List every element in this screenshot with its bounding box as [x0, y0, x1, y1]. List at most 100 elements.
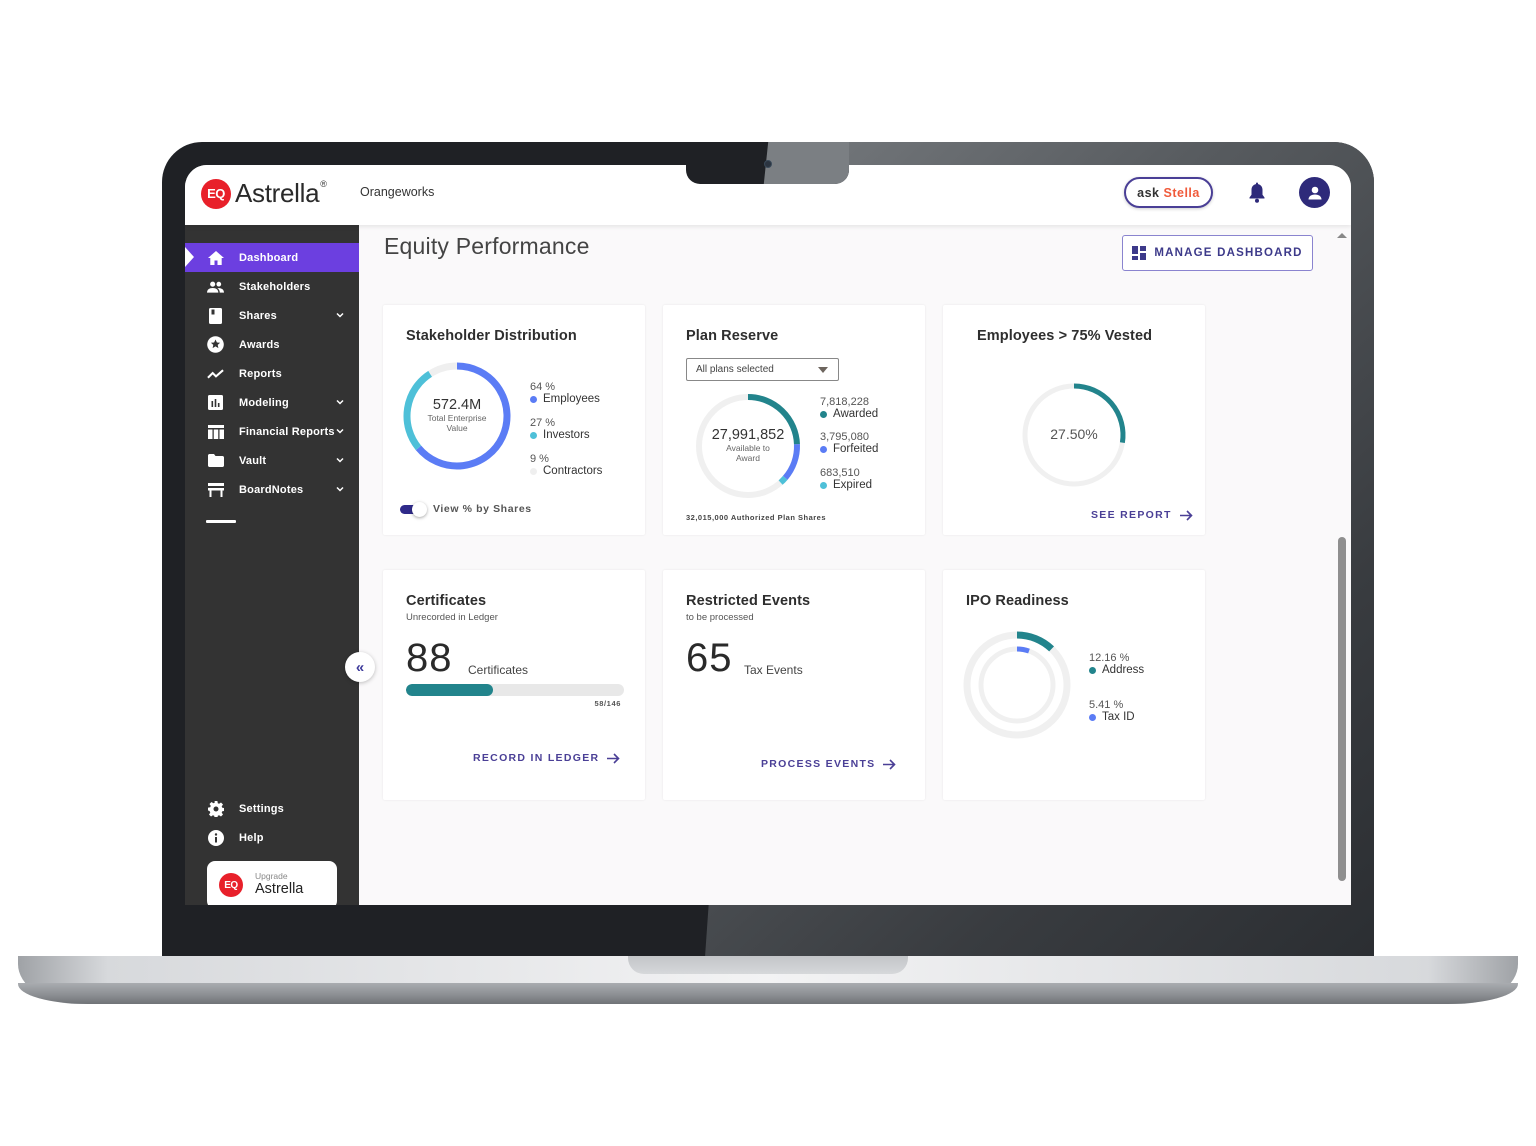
chevron-down-icon[interactable] — [335, 397, 345, 407]
sidebar-item-label: Vault — [239, 454, 267, 467]
legend-value: 3,795,080 — [820, 431, 869, 443]
legend-dot-employees — [530, 395, 537, 403]
user-icon — [1308, 186, 1321, 199]
chevron-down-icon[interactable] — [335, 455, 345, 465]
sidebar-item-label: Financial Reports — [239, 425, 335, 438]
select-value: All plans selected — [696, 364, 774, 375]
inner-ring-track — [978, 646, 1056, 724]
sidebar: Dashboard Stakeholders Shares Awards Rep… — [185, 225, 359, 905]
donut-segment-expired — [778, 475, 788, 485]
gear-icon — [207, 800, 224, 817]
certificates-unit: Certificates — [468, 663, 529, 677]
certificates-progress-bar — [406, 684, 624, 696]
sidebar-item-boardnotes[interactable]: BoardNotes — [185, 475, 359, 504]
collapse-sidebar-button[interactable]: « — [345, 652, 375, 682]
record-in-ledger-link[interactable]: RECORD IN LEDGER — [473, 752, 621, 764]
ask-name: Stella — [1163, 185, 1200, 200]
folder-icon — [207, 452, 224, 469]
legend-item: 12.16 % Address — [1089, 652, 1144, 676]
legend-value: 683,510 — [820, 467, 860, 479]
sidebar-item-label: BoardNotes — [239, 483, 304, 496]
info-icon — [207, 829, 224, 846]
laptop-base-groove — [628, 956, 908, 974]
ipo-readiness-donut-chart — [963, 631, 1071, 739]
legend-value: 7,818,228 — [820, 396, 869, 408]
legend-label: Address — [1102, 664, 1145, 676]
process-events-link[interactable]: PROCESS EVENTS — [761, 758, 897, 770]
available-to-award-value: 27,991,852 — [711, 427, 785, 443]
registered-mark: ® — [320, 178, 327, 189]
sidebar-item-vault[interactable]: Vault — [185, 446, 359, 475]
legend-item: 9 % Contractors — [530, 453, 602, 477]
sidebar-item-label: Help — [239, 831, 264, 844]
sidebar-item-shares[interactable]: Shares — [185, 301, 359, 330]
app-screen: EQ Astrella ® Orangeworks ask Stella Das… — [185, 165, 1351, 905]
user-avatar[interactable] — [1299, 177, 1330, 208]
dashboard-grid-icon — [1132, 246, 1147, 260]
chevron-down-icon[interactable] — [335, 426, 345, 436]
card-subtitle: to be processed — [686, 612, 754, 623]
legend-value: 5.41 % — [1089, 699, 1124, 711]
tax-events-count: 65 — [686, 636, 733, 680]
stakeholder-distribution-card: Stakeholder Distribution 572.4M Total En… — [383, 305, 645, 535]
upgrade-button[interactable]: EQ Upgrade Astrella — [207, 861, 337, 905]
scroll-up-arrow[interactable] — [1337, 233, 1347, 238]
upgrade-caption: Upgrade — [255, 871, 288, 881]
sidebar-item-reports[interactable]: Reports — [185, 359, 359, 388]
plan-select-dropdown[interactable]: All plans selected — [686, 358, 839, 381]
scrollbar-thumb[interactable] — [1338, 537, 1346, 881]
link-label: RECORD IN LEDGER — [473, 752, 600, 764]
donut-center: 27,991,852 Available to Award — [693, 427, 803, 463]
caret-down-icon — [818, 367, 828, 373]
see-report-link[interactable]: SEE REPORT — [1091, 509, 1193, 521]
center-label-line1: Total Enterprise — [427, 413, 487, 423]
sidebar-item-financial-reports[interactable]: Financial Reports — [185, 417, 359, 446]
card-title: Restricted Events — [686, 593, 811, 609]
authorized-shares-note: 32,015,000 Authorized Plan Shares — [686, 513, 827, 522]
laptop-base-lower — [18, 983, 1518, 1004]
view-by-shares-toggle[interactable] — [400, 502, 428, 517]
brand-logo[interactable]: EQ Astrella ® — [201, 178, 327, 209]
center-label-line1: Available to — [726, 443, 770, 453]
vested-percent: 27.50% — [1050, 426, 1098, 442]
legend-item: 7,818,228 Awarded — [820, 396, 878, 420]
certificates-count: 88 — [406, 636, 453, 680]
sidebar-item-stakeholders[interactable]: Stakeholders — [185, 272, 359, 301]
notch-reflection — [763, 142, 849, 184]
ring-segment-address — [1016, 631, 1055, 652]
center-label-line2: Value — [446, 423, 468, 433]
chevron-down-icon[interactable] — [335, 310, 345, 320]
bar-chart-icon — [207, 394, 224, 411]
card-title: Plan Reserve — [686, 328, 779, 344]
manage-dashboard-label: MANAGE DASHBOARD — [1154, 247, 1303, 259]
legend-dot-investors — [530, 431, 537, 439]
ask-stella-button[interactable]: ask Stella — [1124, 177, 1213, 208]
sidebar-item-help[interactable]: Help — [185, 823, 359, 852]
arrow-right-icon — [1179, 509, 1193, 521]
arrow-right-icon — [607, 752, 621, 764]
sidebar-item-settings[interactable]: Settings — [185, 794, 359, 823]
card-title: Certificates — [406, 593, 487, 609]
card-title: IPO Readiness — [966, 593, 1069, 609]
manage-dashboard-button[interactable]: MANAGE DASHBOARD — [1122, 235, 1313, 271]
link-label: SEE REPORT — [1091, 509, 1172, 521]
card-title: Stakeholder Distribution — [406, 328, 577, 344]
legend-dot-forfeited — [820, 445, 827, 453]
sidebar-item-dashboard[interactable]: Dashboard — [185, 243, 359, 272]
legend-item: 64 % Employees — [530, 381, 600, 405]
sidebar-item-label: Modeling — [239, 396, 289, 409]
camera-icon — [764, 160, 772, 168]
chevron-down-icon[interactable] — [335, 484, 345, 494]
brand-name: Astrella — [235, 178, 320, 208]
sidebar-item-modeling[interactable]: Modeling — [185, 388, 359, 417]
book-icon — [207, 307, 224, 324]
bell-icon[interactable] — [1247, 182, 1267, 204]
sidebar-divider — [206, 520, 236, 523]
legend-label: Awarded — [833, 408, 879, 420]
sidebar-item-label: Settings — [239, 802, 284, 815]
sidebar-item-awards[interactable]: Awards — [185, 330, 359, 359]
card-title: Employees > 75% Vested — [977, 328, 1153, 344]
legend-dot-tax-id — [1089, 713, 1096, 721]
legend-label: Forfeited — [833, 443, 879, 455]
employees-vested-card: Employees > 75% Vested 27.50% SEE REPORT — [943, 305, 1205, 535]
